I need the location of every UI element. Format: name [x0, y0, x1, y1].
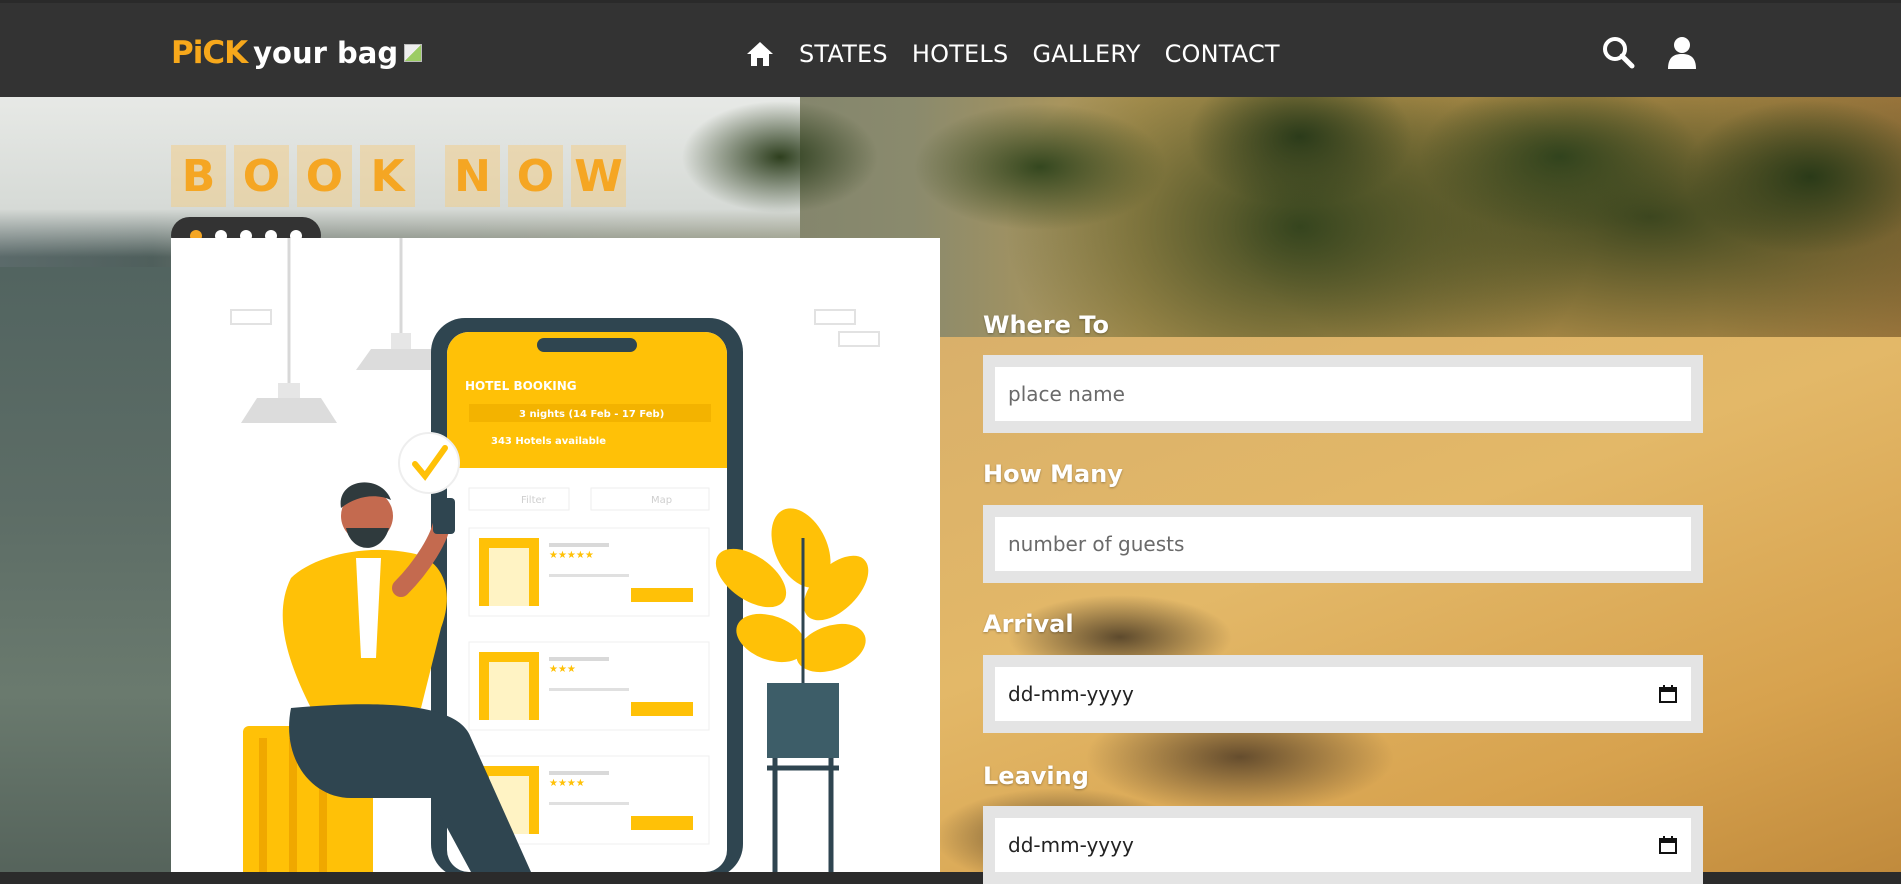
title-letter: W	[571, 145, 626, 207]
illustration-art: ★★★★★ ★★★ ★★★★ HOTEL BOOKING 3 nights (1…	[230, 238, 880, 872]
sea-area	[0, 267, 172, 872]
title-letter: O	[508, 145, 563, 207]
illustration-heading: HOTEL BOOKING	[465, 379, 577, 393]
how-many-label: How Many	[983, 460, 1123, 488]
user-icon[interactable]	[1663, 33, 1701, 71]
nav-contact[interactable]: CONTACT	[1165, 40, 1280, 68]
svg-text:★★★★★: ★★★★★	[549, 550, 594, 561]
main-nav: STATES HOTELS GALLERY CONTACT	[745, 33, 1280, 75]
title-letter: N	[445, 145, 500, 207]
nav-states[interactable]: STATES	[799, 40, 888, 68]
arrival-field: dd-mm-yyyy	[983, 655, 1703, 733]
search-icon[interactable]	[1599, 33, 1637, 71]
svg-text:★★★: ★★★	[549, 664, 576, 675]
nav-hotels[interactable]: HOTELS	[912, 40, 1009, 68]
logo[interactable]: PiCK your bag	[171, 31, 423, 75]
calendar-icon[interactable]	[1658, 684, 1678, 704]
where-to-placeholder: place name	[1008, 382, 1125, 406]
calendar-icon[interactable]	[1658, 835, 1678, 855]
title-letter: O	[234, 145, 289, 207]
where-to-label: Where To	[983, 311, 1109, 339]
illustration-map: Map	[651, 495, 672, 506]
top-navbar: PiCK your bag STATES HOTELS GALLERY CONT…	[0, 0, 1901, 97]
title-letter: K	[360, 145, 415, 207]
where-to-input[interactable]: place name	[995, 367, 1691, 421]
hotel-booking-illustration: ★★★★★ ★★★ ★★★★ HOTEL BOOKING 3 nights (1…	[171, 238, 940, 872]
title-letter: B	[171, 145, 226, 207]
home-icon[interactable]	[745, 39, 775, 69]
leaving-date-value: dd-mm-yyyy	[1008, 833, 1134, 857]
illustration-available: 343 Hotels available	[491, 436, 606, 447]
title-letter: O	[297, 145, 352, 207]
how-many-input[interactable]: number of guests	[995, 517, 1691, 571]
nav-gallery[interactable]: GALLERY	[1032, 40, 1140, 68]
how-many-field: number of guests	[983, 505, 1703, 583]
leaving-date-input[interactable]: dd-mm-yyyy	[995, 818, 1691, 872]
how-many-placeholder: number of guests	[1008, 532, 1185, 556]
illustration-filter: Filter	[521, 495, 547, 506]
logo-your-bag-text: your bag	[253, 36, 399, 70]
header-icons	[1599, 33, 1701, 71]
broken-image-icon	[404, 44, 423, 62]
leaving-label: Leaving	[983, 762, 1089, 790]
logo-pick-text: PiCK	[171, 35, 248, 71]
leaving-field: dd-mm-yyyy	[983, 806, 1703, 884]
book-now-title: B O O K N O W	[171, 145, 634, 207]
svg-text:★★★★: ★★★★	[549, 778, 585, 789]
illustration-dates: 3 nights (14 Feb - 17 Feb)	[519, 409, 664, 420]
arrival-label: Arrival	[983, 610, 1074, 638]
where-to-field: place name	[983, 355, 1703, 433]
arrival-date-input[interactable]: dd-mm-yyyy	[995, 667, 1691, 721]
arrival-date-value: dd-mm-yyyy	[1008, 682, 1134, 706]
